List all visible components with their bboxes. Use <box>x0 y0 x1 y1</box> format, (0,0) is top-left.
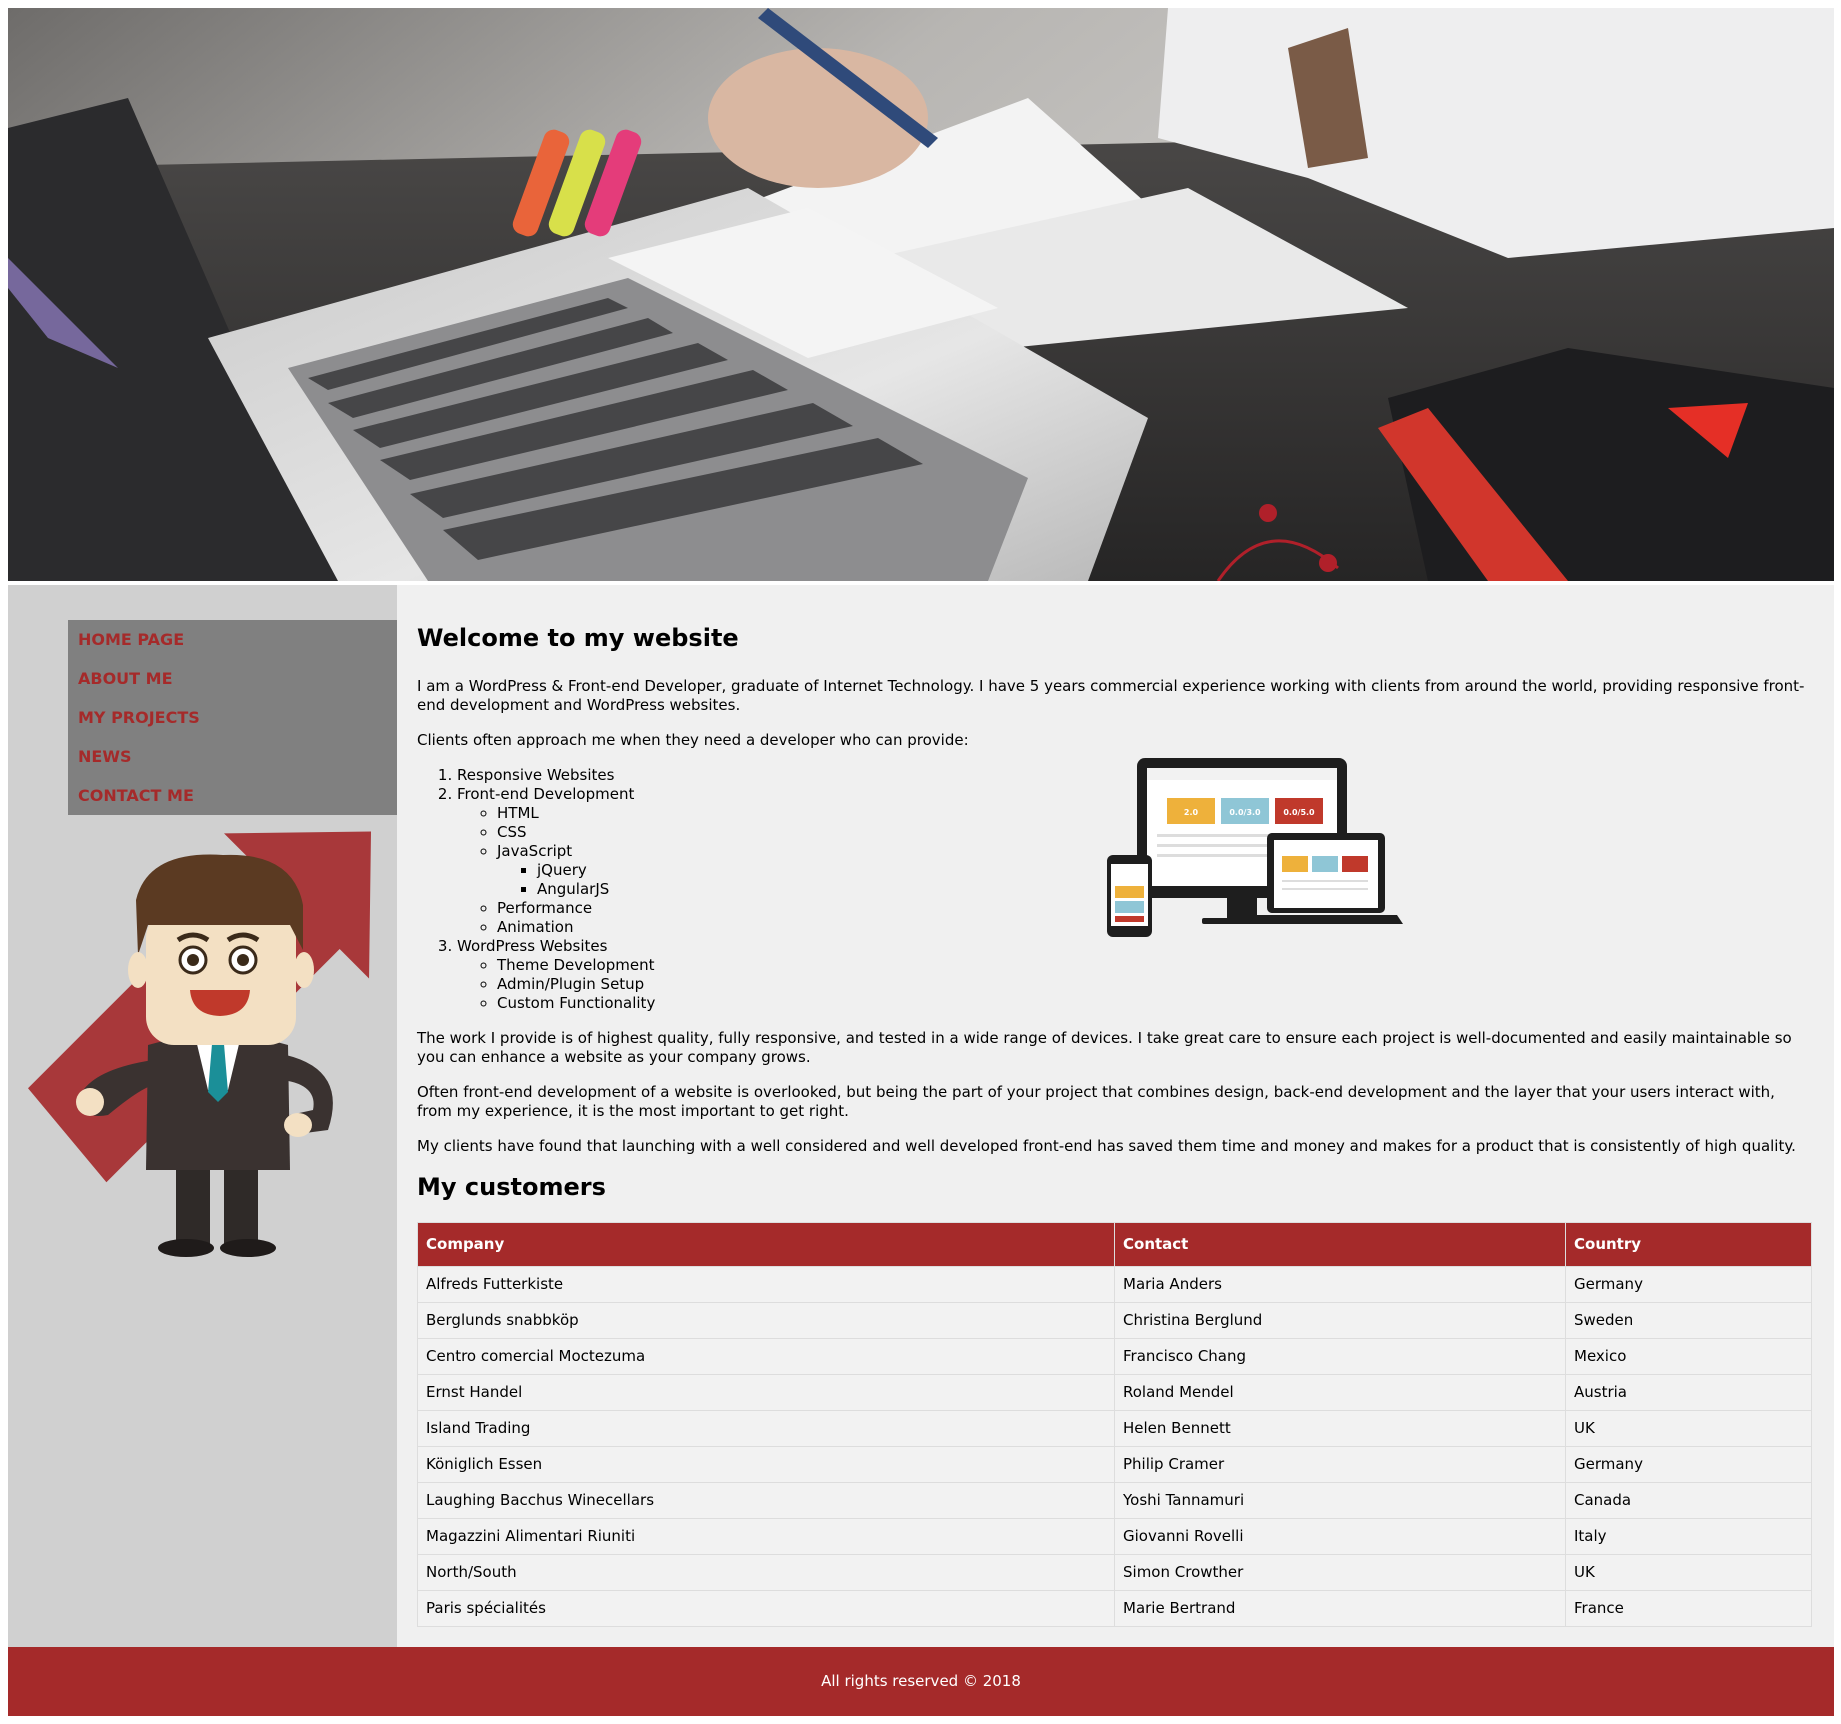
nav-item-news[interactable]: News <box>68 737 397 776</box>
cell-country: Canada <box>1565 1482 1812 1519</box>
cell-contact: Francisco Chang <box>1114 1338 1566 1375</box>
hero-image <box>8 8 1834 581</box>
table-row: North/South Simon Crowther UK <box>417 1554 1812 1591</box>
cell-contact: Giovanni Rovelli <box>1114 1518 1566 1555</box>
cell-company: Laughing Bacchus Winecellars <box>417 1482 1115 1519</box>
monitor-tile-3: 0.0/5.0 <box>1283 808 1315 817</box>
cell-country: UK <box>1565 1410 1812 1447</box>
table-row: Ernst Handel Roland Mendel Austria <box>417 1374 1812 1411</box>
cell-contact: Yoshi Tannamuri <box>1114 1482 1566 1519</box>
column-header-contact: Contact <box>1114 1222 1566 1267</box>
cell-contact: Roland Mendel <box>1114 1374 1566 1411</box>
nav-item-contact-me[interactable]: Contact Me <box>68 776 397 815</box>
cell-company: Centro comercial Moctezuma <box>417 1338 1115 1375</box>
cell-contact: Philip Cramer <box>1114 1446 1566 1483</box>
nav-item-home-page[interactable]: Home Page <box>68 620 397 659</box>
table-row: Alfreds Futterkiste Maria Anders Germany <box>417 1266 1812 1303</box>
cell-contact: Christina Berglund <box>1114 1302 1566 1339</box>
nav-item-my-projects[interactable]: My Projects <box>68 698 397 737</box>
services-lead: Clients often approach me when they need… <box>417 731 969 749</box>
cell-contact: Helen Bennett <box>1114 1410 1566 1447</box>
main-content: Welcome to my website I am a WordPress &… <box>397 585 1834 1647</box>
clients-paragraph: My clients have found that launching wit… <box>417 1137 1796 1155</box>
cell-country: Austria <box>1565 1374 1812 1411</box>
skill-theme: Theme Development <box>497 956 1812 975</box>
main-nav: Home Page About Me My Projects News Cont… <box>68 620 397 815</box>
devices-icon: 2.0 0.0/3.0 0.0/5.0 <box>1107 758 1403 937</box>
skill-custom: Custom Functionality <box>497 994 1812 1013</box>
table-row: Island Trading Helen Bennett UK <box>417 1410 1812 1447</box>
cell-country: France <box>1565 1590 1812 1627</box>
monitor-tile-1: 2.0 <box>1184 808 1199 817</box>
page: Home Page About Me My Projects News Cont… <box>8 8 1834 1716</box>
monitor-tile-2: 0.0/3.0 <box>1229 808 1261 817</box>
table-row: Paris spécialités Marie Bertrand France <box>417 1590 1812 1627</box>
sidebar: Home Page About Me My Projects News Cont… <box>8 585 397 1647</box>
table-row: Laughing Bacchus Winecellars Yoshi Tannam… <box>417 1482 1812 1519</box>
cell-company: Königlich Essen <box>417 1446 1115 1483</box>
service-wordpress: WordPress Websites Theme Development Adm… <box>457 937 1812 1013</box>
table-row: Magazzini Alimentari Riuniti Giovanni Rov… <box>417 1518 1812 1555</box>
cell-country: Italy <box>1565 1518 1812 1555</box>
cell-country: UK <box>1565 1554 1812 1591</box>
nav-item-about-me[interactable]: About Me <box>68 659 397 698</box>
hero-laptop-desk-photo <box>8 8 1834 581</box>
cell-company: North/South <box>417 1554 1115 1591</box>
cell-company: Ernst Handel <box>417 1374 1115 1411</box>
service-label: Front-end Development <box>457 785 635 803</box>
businessman-mascot-illustration <box>28 830 388 1274</box>
cell-company: Berglunds snabbköp <box>417 1302 1115 1339</box>
responsive-devices-illustration: 2.0 0.0/3.0 0.0/5.0 <box>1107 758 1417 947</box>
cell-country: Sweden <box>1565 1302 1812 1339</box>
cell-company: Alfreds Futterkiste <box>417 1266 1115 1303</box>
service-label: WordPress Websites <box>457 937 608 955</box>
cell-contact: Marie Bertrand <box>1114 1590 1566 1627</box>
footer: All rights reserved © 2018 <box>8 1647 1834 1716</box>
businessman-with-arrow-icon <box>28 831 371 1257</box>
skill-label: JavaScript <box>497 842 573 860</box>
cell-contact: Maria Anders <box>1114 1266 1566 1303</box>
cell-country: Mexico <box>1565 1338 1812 1375</box>
page-title: Welcome to my website <box>417 624 739 652</box>
intro-paragraph: I am a WordPress & Front-end Developer, … <box>417 677 1805 714</box>
cell-country: Germany <box>1565 1446 1812 1483</box>
cell-country: Germany <box>1565 1266 1812 1303</box>
column-header-company: Company <box>417 1222 1115 1267</box>
cell-contact: Simon Crowther <box>1114 1554 1566 1591</box>
cell-company: Magazzini Alimentari Riuniti <box>417 1518 1115 1555</box>
table-header-row: Company Contact Country <box>417 1222 1812 1267</box>
cell-company: Paris spécialités <box>417 1590 1115 1627</box>
column-header-country: Country <box>1565 1222 1812 1267</box>
cell-company: Island Trading <box>417 1410 1115 1447</box>
table-row: Königlich Essen Philip Cramer Germany <box>417 1446 1812 1483</box>
table-row: Berglunds snabbköp Christina Berglund Swed… <box>417 1302 1812 1339</box>
frontend-paragraph: Often front-end development of a website… <box>417 1083 1775 1120</box>
service-label: Responsive Websites <box>457 766 615 784</box>
skill-admin: Admin/Plugin Setup <box>497 975 1812 994</box>
copyright-text: All rights reserved © 2018 <box>821 1672 1021 1690</box>
table-row: Centro comercial Moctezuma Francisco Chan… <box>417 1338 1812 1375</box>
customers-title: My customers <box>417 1173 606 1201</box>
customers-table: Company Contact Country Alfreds Futterki… <box>417 1222 1812 1627</box>
wordpress-sublist: Theme Development Admin/Plugin Setup Cus… <box>457 956 1812 1013</box>
quality-paragraph: The work I provide is of highest quality… <box>417 1029 1792 1066</box>
